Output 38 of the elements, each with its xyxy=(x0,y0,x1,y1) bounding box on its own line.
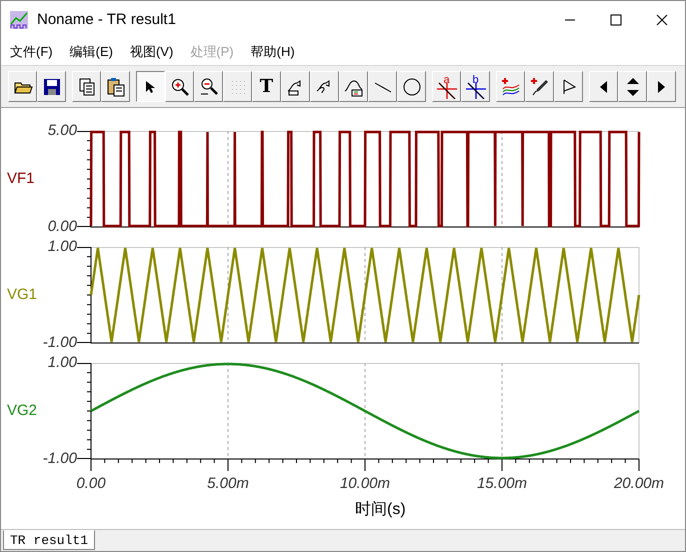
circle-icon xyxy=(402,76,422,96)
left-arrow-icon xyxy=(599,80,608,94)
axis-tick-label: 20.00m xyxy=(612,474,666,494)
axis-tick-label: 1.00 xyxy=(48,238,77,256)
text-tool-icon: T xyxy=(260,78,274,96)
axis-tick-label: 5.00 xyxy=(48,122,77,140)
axis-tick-label: 15.00m xyxy=(476,474,528,494)
eyedropper-icon xyxy=(530,76,550,96)
trace-label: VF1 xyxy=(6,168,36,189)
axis-tick-label: 0.00 xyxy=(48,218,77,236)
menu-item[interactable]: 文件(F) xyxy=(10,42,53,62)
axis-tick-label: -1.00 xyxy=(42,334,77,352)
right-arrow-icon xyxy=(657,80,666,94)
maximize-icon xyxy=(610,14,622,26)
axis-title: 时间(s) xyxy=(355,500,406,520)
zoom-out-icon xyxy=(198,76,218,96)
trace-label: VG2 xyxy=(6,400,38,421)
paste-icon xyxy=(106,76,126,96)
toolbar-button[interactable] xyxy=(136,71,165,102)
toolbar-button[interactable]: T xyxy=(252,71,281,102)
axis-tick-label: 1.00 xyxy=(48,354,77,372)
pointer-icon xyxy=(145,80,156,94)
axis-tick-label: 5.00m xyxy=(206,474,250,494)
window-title: Noname - TR result1 xyxy=(37,10,176,30)
menu-item[interactable]: 视图(V) xyxy=(130,42,174,62)
menu-item[interactable]: 帮助(H) xyxy=(250,42,295,62)
zoom-in-icon xyxy=(170,76,190,96)
result-tab[interactable]: TR result1 xyxy=(3,530,96,550)
close-icon xyxy=(656,14,668,26)
axis-tick-label: 0.00 xyxy=(75,474,107,494)
axis-tick-label: -1.00 xyxy=(42,450,77,468)
app-icon xyxy=(9,10,29,30)
save-icon xyxy=(42,76,62,96)
add-trace-icon xyxy=(500,76,520,96)
axis-tick-label: 10.00m xyxy=(338,474,392,494)
menu-item[interactable]: 编辑(E) xyxy=(70,42,113,62)
trace-label: VG1 xyxy=(6,284,38,305)
copy-icon xyxy=(76,76,96,96)
